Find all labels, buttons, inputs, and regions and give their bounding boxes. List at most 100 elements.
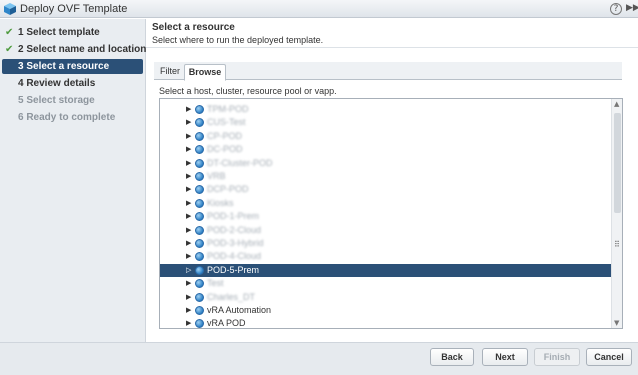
cluster-icon: [195, 239, 204, 248]
header-divider: [146, 47, 638, 48]
cluster-icon: [195, 212, 204, 222]
checkmark-icon: ✔: [5, 44, 14, 55]
step-header: Select a resource Select where to run th…: [152, 22, 323, 45]
expand-arrow-icon[interactable]: ▶: [186, 304, 191, 317]
tree-row[interactable]: ▷ POD-5-Prem: [160, 263, 611, 277]
tree-row[interactable]: ▶ POD-1-Prem: [160, 210, 611, 223]
expand-arrow-icon[interactable]: ▷: [186, 264, 191, 277]
expand-arrow-icon[interactable]: ▶: [186, 291, 191, 304]
nav-step-6: 6 Ready to complete: [2, 110, 143, 125]
tree-row-label: CP-POD: [207, 130, 243, 141]
cluster-icon: [195, 131, 204, 141]
tree-row[interactable]: ▶ TPM-POD: [160, 103, 611, 116]
expand-arrow-icon[interactable]: ▶: [186, 197, 191, 210]
tree-row-label: Charles_DT: [207, 291, 256, 302]
expand-arrow-icon[interactable]: ▶: [186, 103, 191, 116]
tree-row-label: POD-1-Prem: [207, 211, 260, 222]
step-subtitle: Select where to run the deployed templat…: [152, 35, 324, 45]
tree-row[interactable]: ▶ POD-3-Hybrid: [160, 237, 611, 250]
step-title: Select a resource: [152, 22, 235, 33]
cluster-icon: [195, 225, 204, 235]
tree-row[interactable]: ▶ VRB: [160, 170, 611, 183]
nav-step-3[interactable]: 3 Select a resource: [2, 59, 143, 74]
cluster-icon: [195, 185, 204, 195]
nav-step-label: 6 Ready to complete: [18, 112, 116, 123]
tree-row-label: POD-4-Cloud: [207, 251, 262, 262]
nav-step-1[interactable]: ✔ 1 Select template: [2, 25, 143, 40]
expand-arrow-icon[interactable]: ▶: [186, 277, 191, 290]
nav-step-label: 3 Select a resource: [18, 61, 110, 72]
expand-arrow-icon[interactable]: ▶: [186, 157, 191, 170]
cluster-icon: [195, 118, 204, 128]
tree-row[interactable]: ▶ CP-POD: [160, 130, 611, 143]
tab-filter[interactable]: Filter: [156, 64, 184, 81]
nav-step-label: 1 Select template: [18, 27, 100, 38]
tree-row[interactable]: ▶ POD-4-Cloud: [160, 250, 611, 263]
help-icon[interactable]: ?: [610, 3, 622, 15]
nav-step-2[interactable]: ✔ 2 Select name and location: [2, 42, 146, 57]
cluster-icon: [195, 292, 204, 302]
title-bar: Deploy OVF Template ? ▶▶: [0, 0, 638, 18]
cluster-icon: [195, 319, 204, 328]
checkmark-icon: ✔: [5, 27, 14, 38]
expand-arrow-icon[interactable]: ▶: [186, 224, 191, 237]
expand-arrow-icon[interactable]: ▶: [186, 116, 191, 129]
tree-row-label: DT-Cluster-POD: [207, 157, 273, 168]
expand-arrow-icon[interactable]: ▶: [186, 183, 191, 196]
expand-arrow-icon[interactable]: ▶: [186, 210, 191, 223]
window-title: Deploy OVF Template: [20, 3, 128, 15]
cluster-icon: [195, 145, 204, 155]
tree-row-label: vRA POD: [207, 318, 246, 329]
nav-step-4[interactable]: 4 Review details: [2, 76, 143, 91]
instruction-text: Select a host, cluster, resource pool or…: [159, 86, 337, 96]
tree-row-label: POD-2-Cloud: [207, 224, 262, 235]
tree-row-label: vRA Automation: [207, 305, 272, 315]
tree-row-label: TPM-POD: [207, 104, 249, 114]
tab-browse[interactable]: Browse: [184, 64, 226, 81]
tree-row[interactable]: ▶ DCP-POD: [160, 183, 611, 196]
tree-row[interactable]: ▶ POD-2-Cloud: [160, 224, 611, 237]
nav-step-label: 4 Review details: [18, 78, 96, 89]
cluster-icon: [195, 172, 204, 181]
tree-row[interactable]: ▶ Kiosks: [160, 197, 611, 210]
nav-step-5: 5 Select storage: [2, 93, 143, 108]
tree-row[interactable]: ▶ Charles_DT: [160, 291, 611, 304]
tree-scrollbar[interactable]: ▲ ▼: [611, 99, 622, 328]
expand-arrow-icon[interactable]: ▶: [186, 317, 191, 328]
tree-row-label: Test: [207, 278, 224, 289]
tree-row[interactable]: ▶ vRA Automation: [160, 304, 611, 317]
cluster-icon: [195, 198, 204, 208]
scroll-down-icon[interactable]: ▼: [614, 319, 619, 327]
expand-arrow-icon[interactable]: ▶: [186, 237, 191, 250]
scroll-thumb[interactable]: [614, 113, 621, 213]
expand-arrow-icon[interactable]: ▶: [186, 170, 191, 183]
cluster-icon: [195, 279, 204, 289]
tree-row[interactable]: ▶ DT-Cluster-POD: [160, 157, 611, 170]
tab-bar: Filter Browse: [154, 62, 622, 81]
resize-grip-icon[interactable]: ⠿: [614, 240, 620, 249]
next-button[interactable]: Next: [482, 348, 528, 366]
tree-row-label: Kiosks: [207, 197, 234, 208]
cancel-button[interactable]: Cancel: [586, 348, 632, 366]
expand-arrow-icon[interactable]: ▶: [186, 250, 191, 263]
cluster-icon: [195, 306, 204, 315]
tree-row[interactable]: ▶ CUS-Test: [160, 116, 611, 129]
wizard-steps-nav: ✔ 1 Select template ✔ 2 Select name and loc…: [0, 19, 146, 342]
cluster-icon: [195, 105, 204, 114]
tree-row-label: POD-5-Prem: [207, 264, 260, 275]
tree-row[interactable]: ▶ Test: [160, 277, 611, 290]
back-button[interactable]: Back: [430, 348, 474, 366]
nav-step-label: 5 Select storage: [18, 95, 95, 106]
tree-row-label: DCP-POD: [207, 184, 249, 195]
resource-tree[interactable]: ▶ TPM-POD ▶ CUS-Test ▶ CP-POD ▶ DC-POD ▶ DT-Clust…: [159, 98, 623, 329]
cluster-icon: [195, 158, 204, 168]
expand-icon[interactable]: ▶▶: [626, 3, 638, 13]
cluster-icon: [195, 265, 204, 275]
tree-row-label: DC-POD: [207, 144, 243, 155]
expand-arrow-icon[interactable]: ▶: [186, 143, 191, 156]
tree-row[interactable]: ▶ vRA POD: [160, 317, 611, 329]
expand-arrow-icon[interactable]: ▶: [186, 130, 191, 143]
tree-row[interactable]: ▶ DC-POD: [160, 143, 611, 156]
finish-button[interactable]: Finish: [534, 348, 580, 366]
scroll-up-icon[interactable]: ▲: [614, 100, 619, 108]
